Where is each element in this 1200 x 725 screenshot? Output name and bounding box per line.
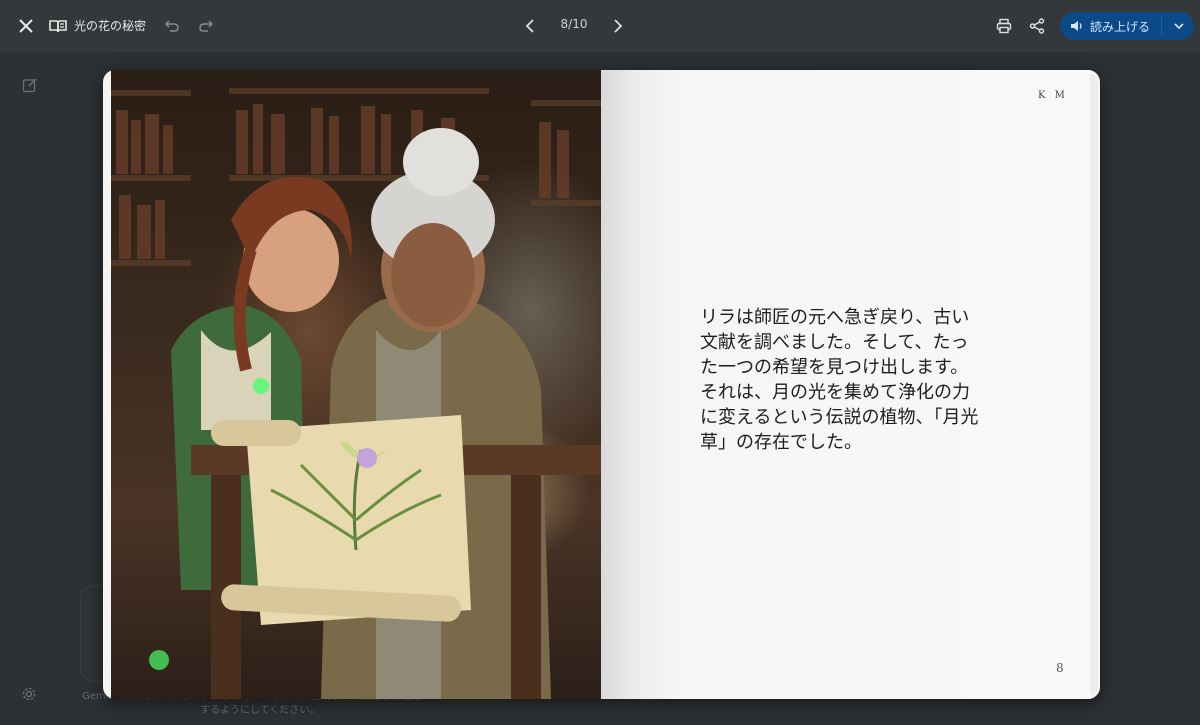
next-page-button[interactable]	[602, 10, 634, 42]
chevron-down-icon	[1173, 22, 1184, 29]
read-aloud-button[interactable]: 読み上げる	[1060, 12, 1160, 40]
book-icon	[42, 10, 74, 42]
read-aloud-button-group: 読み上げる	[1060, 12, 1194, 40]
edit-icon[interactable]	[22, 77, 38, 97]
print-button[interactable]	[988, 10, 1020, 42]
redo-icon	[199, 20, 213, 32]
story-line: に変えるという伝説の植物、「月光	[700, 407, 979, 428]
previous-page-button[interactable]	[514, 10, 546, 42]
gear-icon[interactable]	[21, 686, 37, 706]
chevron-right-icon	[614, 19, 623, 33]
story-line: 文献を調べました。そして、たっ	[700, 332, 969, 353]
book-title: 光の花の秘密	[74, 19, 147, 33]
story-line: リラは師匠の元へ急ぎ戻り、古い	[700, 307, 970, 328]
button-divider	[1161, 16, 1162, 36]
top-bar: 光の花の秘密 8/10 読み上げる	[0, 0, 1200, 52]
undo-icon	[165, 20, 179, 32]
page-indicator: 8/10	[560, 17, 588, 31]
print-icon	[996, 18, 1012, 34]
author-initials: K M	[1038, 90, 1068, 101]
share-button[interactable]	[1021, 10, 1053, 42]
page-edge	[1090, 74, 1098, 695]
story-illustration	[111, 88, 601, 699]
read-aloud-label: 読み上げる	[1090, 19, 1151, 34]
disclaimer-line-2: するようにしてください。	[200, 705, 320, 716]
story-text: リラは師匠の元へ急ぎ戻り、古い 文献を調べました。そして、たっ た一つの希望を見…	[700, 305, 1000, 455]
page-number: 8	[1056, 661, 1064, 675]
share-icon	[1029, 18, 1045, 34]
undo-button[interactable]	[156, 10, 188, 42]
read-aloud-options-button[interactable]	[1163, 12, 1194, 40]
story-line: それは、月の光を集めて浄化の力	[700, 382, 970, 403]
story-line: 草」の存在でした。	[700, 432, 862, 453]
speaker-icon	[1071, 21, 1082, 31]
redo-button[interactable]	[190, 10, 222, 42]
chevron-left-icon	[525, 19, 534, 33]
story-line: た一つの希望を見つけ出します。	[700, 357, 969, 378]
illustration-page	[111, 70, 601, 699]
close-icon	[19, 19, 33, 33]
close-button[interactable]	[10, 10, 42, 42]
